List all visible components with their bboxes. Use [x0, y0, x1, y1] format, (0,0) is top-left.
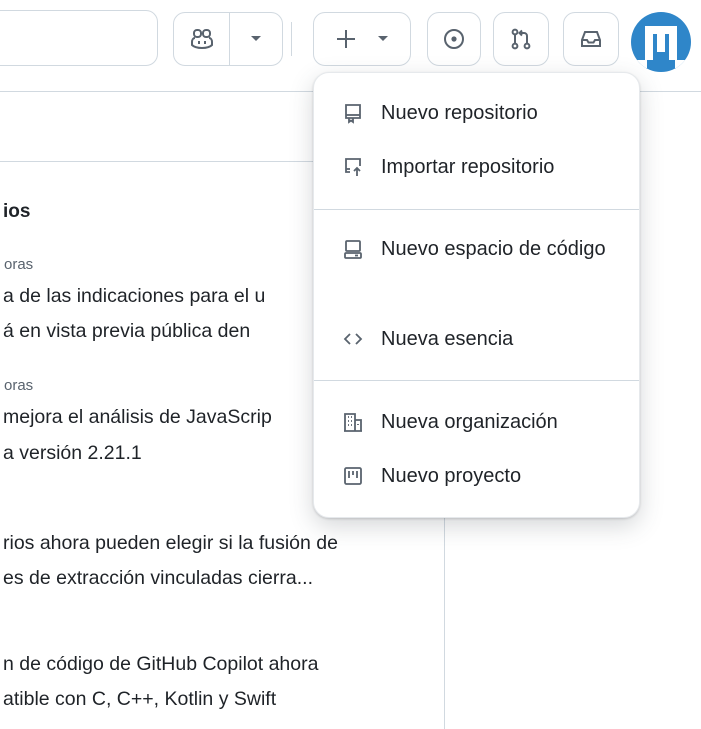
feed-item-line[interactable]: á en vista previa pública den: [3, 320, 250, 343]
feed-item-line[interactable]: mejora el análisis de JavaScrip: [3, 406, 272, 429]
code-icon: [343, 333, 363, 345]
menu-item-new-codespace[interactable]: Nuevo espacio de código: [314, 237, 639, 267]
menu-item-new-project[interactable]: Nuevo proyecto: [314, 464, 639, 494]
git-pull-request-icon: [511, 28, 531, 50]
feed-item-line[interactable]: es de extracción vinculadas cierra...: [3, 567, 313, 590]
inbox-icon: [581, 31, 601, 47]
copilot-icon: [190, 29, 213, 50]
avatar[interactable]: [631, 12, 691, 72]
repo-push-icon: [345, 158, 361, 176]
create-new-menu: Nuevo repositorio Importar repositorio N…: [313, 72, 640, 518]
feed-item-line[interactable]: a de las indicaciones para el u: [3, 285, 265, 308]
feed-item-line[interactable]: rios ahora pueden elegir si la fusión de: [3, 532, 338, 555]
triangle-down-icon: [251, 36, 262, 41]
menu-item-label: Nuevo espacio de código: [381, 238, 606, 260]
create-new-button[interactable]: [313, 12, 411, 66]
toolbar-separator: [291, 22, 292, 56]
menu-item-new-organization[interactable]: Nueva organización: [314, 410, 639, 440]
feed-item-meta: oras: [4, 377, 34, 394]
inbox-button[interactable]: [563, 12, 619, 66]
search-input[interactable]: [0, 10, 158, 66]
feed-item-line[interactable]: n de código de GitHub Copilot ahora: [3, 653, 318, 676]
feed-item-meta: oras: [4, 256, 34, 273]
issue-opened-icon: [444, 29, 464, 49]
feed-item-line[interactable]: a versión 2.21.1: [3, 442, 142, 465]
organization-icon: [344, 413, 362, 432]
repo-icon: [345, 104, 361, 124]
project-icon: [344, 467, 362, 485]
menu-item-label: Nuevo repositorio: [381, 102, 538, 124]
menu-item-label: Nueva esencia: [381, 328, 514, 350]
menu-item-label: Nuevo proyecto: [381, 465, 522, 487]
menu-item-import-repository[interactable]: Importar repositorio: [314, 155, 639, 185]
menu-item-label: Importar repositorio: [381, 156, 555, 178]
triangle-down-icon: [378, 36, 388, 41]
feed-item-line[interactable]: atible con C, C++, Kotlin y Swift: [3, 688, 276, 711]
menu-item-label: Nueva organización: [381, 411, 558, 433]
codespaces-icon: [344, 240, 362, 259]
plus-icon: [337, 30, 355, 48]
menu-divider: [314, 380, 639, 381]
copilot-dropdown-button[interactable]: [230, 13, 282, 65]
menu-divider: [314, 209, 639, 210]
copilot-button-group: [173, 12, 283, 66]
copilot-button[interactable]: [174, 13, 229, 65]
menu-item-new-gist[interactable]: Nueva esencia: [314, 327, 639, 357]
pull-requests-button[interactable]: [493, 12, 549, 66]
issues-button[interactable]: [427, 12, 481, 66]
menu-item-new-repository[interactable]: Nuevo repositorio: [314, 101, 639, 131]
section-title: ios: [3, 201, 31, 222]
